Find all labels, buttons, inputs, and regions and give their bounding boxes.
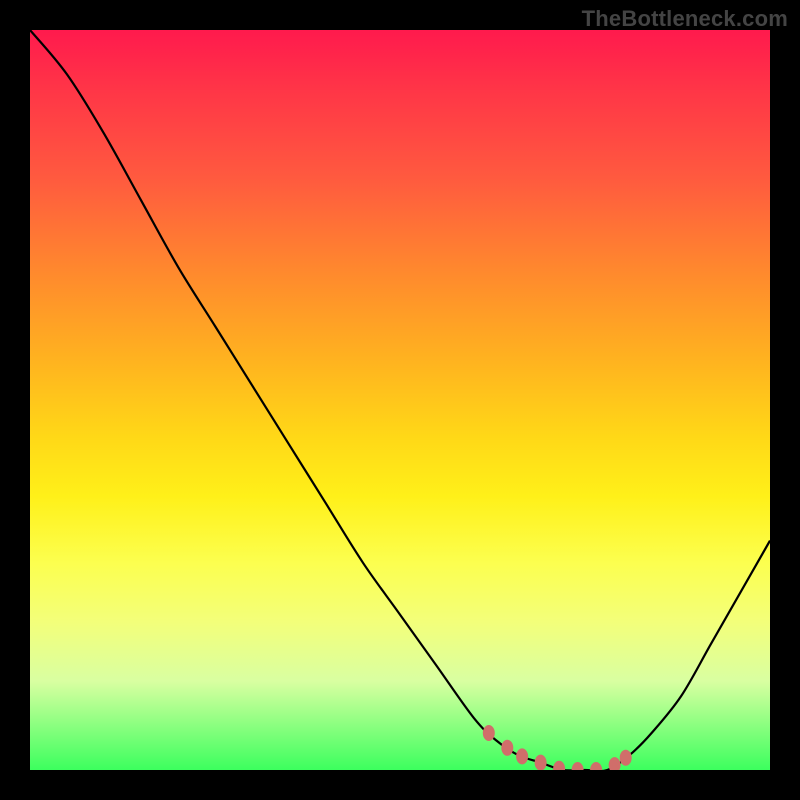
- trough-marker: [590, 762, 602, 770]
- trough-marker: [516, 748, 528, 764]
- plot-area: [30, 30, 770, 770]
- trough-marker: [553, 761, 565, 770]
- watermark-text: TheBottleneck.com: [582, 6, 788, 32]
- bottleneck-curve: [30, 30, 770, 770]
- trough-marker: [501, 740, 513, 756]
- trough-marker: [572, 762, 584, 770]
- chart-svg: [30, 30, 770, 770]
- trough-marker: [535, 755, 547, 770]
- trough-marker: [620, 750, 632, 766]
- trough-markers: [483, 725, 632, 770]
- trough-marker: [483, 725, 495, 741]
- trough-marker: [609, 757, 621, 770]
